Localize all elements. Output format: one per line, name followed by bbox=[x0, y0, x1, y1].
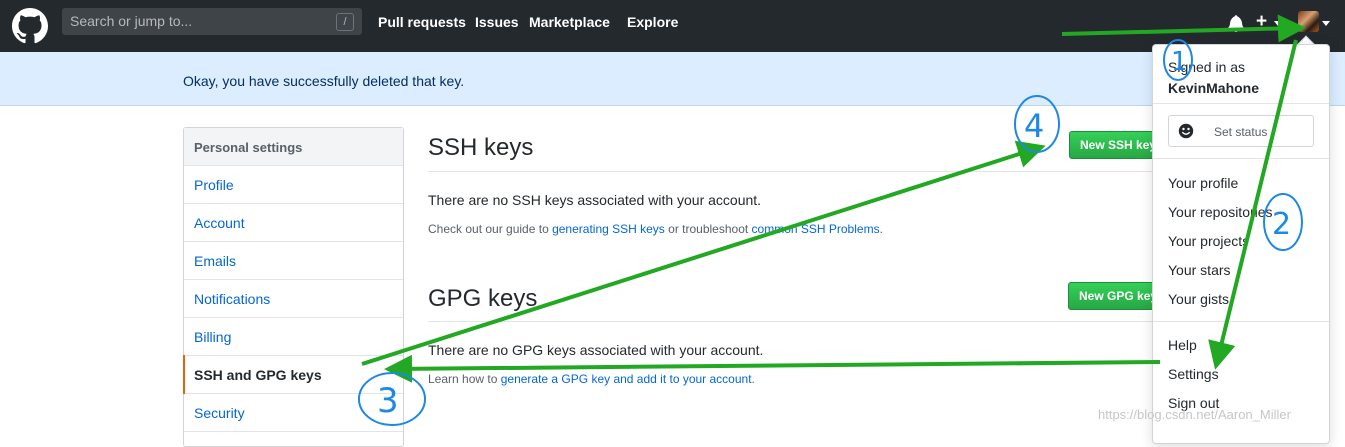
watermark: https://blog.csdn.net/Aaron_Miller bbox=[1098, 407, 1291, 422]
flash-message: Okay, you have successfully deleted that… bbox=[183, 73, 465, 89]
user-avatar[interactable] bbox=[1298, 11, 1319, 32]
sidebar-item-emails[interactable]: Emails bbox=[184, 242, 403, 280]
svg-text:4: 4 bbox=[1024, 107, 1044, 145]
arrow-to-ssh-keys bbox=[384, 354, 1161, 383]
signed-in-username[interactable]: KevinMahone bbox=[1168, 80, 1259, 96]
nav-explore[interactable]: Explore bbox=[627, 14, 678, 30]
sidebar-item-security[interactable]: Security bbox=[184, 394, 403, 432]
sidebar-item-profile[interactable]: Profile bbox=[184, 166, 403, 204]
avatar-chevron-down-icon[interactable] bbox=[1322, 21, 1330, 26]
new-ssh-key-button[interactable]: New SSH key bbox=[1069, 131, 1157, 159]
gpg-help-prefix: Learn how to bbox=[428, 372, 501, 386]
nav-pull-requests[interactable]: Pull requests bbox=[378, 14, 466, 30]
ssh-empty-message: There are no SSH keys associated with yo… bbox=[428, 192, 762, 208]
common-ssh-problems-link[interactable]: common SSH Problems bbox=[752, 222, 880, 236]
gpg-help-text: Learn how to generate a GPG key and add … bbox=[428, 372, 755, 386]
dropdown-divider bbox=[1153, 158, 1329, 159]
notifications-bell-icon[interactable] bbox=[1228, 14, 1244, 32]
menu-your-projects[interactable]: Your projects bbox=[1168, 233, 1246, 249]
search-shortcut-badge: / bbox=[336, 13, 354, 31]
ssh-keys-heading: SSH keys bbox=[428, 134, 534, 161]
sidebar-item-ssh-gpg-keys[interactable]: SSH and GPG keys bbox=[183, 355, 403, 394]
menu-your-stars[interactable]: Your stars bbox=[1168, 262, 1231, 278]
sidebar-heading: Personal settings bbox=[184, 128, 403, 166]
menu-help[interactable]: Help bbox=[1168, 337, 1197, 353]
smiley-icon bbox=[1178, 123, 1194, 139]
gpg-help-suffix: . bbox=[751, 372, 755, 386]
menu-your-profile[interactable]: Your profile bbox=[1168, 175, 1238, 191]
search-input[interactable]: Search or jump to... / bbox=[62, 8, 362, 35]
ssh-help-prefix: Check out our guide to bbox=[428, 222, 553, 236]
gpg-keys-heading: GPG keys bbox=[428, 285, 538, 312]
dropdown-divider bbox=[1153, 103, 1329, 104]
ssh-help-text: Check out our guide to generating SSH ke… bbox=[428, 222, 883, 236]
set-status-button[interactable]: Set status bbox=[1168, 115, 1314, 147]
settings-sidebar: Personal settings Profile Account Emails… bbox=[183, 127, 404, 447]
nav-issues[interactable]: Issues bbox=[475, 14, 519, 30]
ssh-help-mid: or troubleshoot bbox=[664, 222, 752, 236]
flash-notice: Okay, you have successfully deleted that… bbox=[0, 52, 1345, 106]
menu-your-repositories[interactable]: Your repositories bbox=[1168, 204, 1276, 220]
generate-gpg-key-link[interactable]: generate a GPG key and add it to your ac… bbox=[501, 372, 752, 386]
sidebar-item-notifications[interactable]: Notifications bbox=[184, 280, 403, 318]
dropdown-divider bbox=[1153, 321, 1329, 322]
generating-ssh-keys-link[interactable]: generating SSH keys bbox=[552, 222, 665, 236]
gpg-divider bbox=[428, 321, 1152, 322]
create-new-plus-icon[interactable]: + bbox=[1256, 12, 1267, 32]
ssh-divider bbox=[428, 171, 1152, 172]
top-navbar: Search or jump to... / Pull requests Iss… bbox=[0, 0, 1345, 52]
ssh-help-suffix: . bbox=[879, 222, 883, 236]
github-logo-icon[interactable] bbox=[12, 8, 48, 44]
set-status-label: Set status bbox=[1214, 125, 1268, 139]
search-placeholder: Search or jump to... bbox=[70, 13, 193, 29]
menu-your-gists[interactable]: Your gists bbox=[1168, 291, 1229, 307]
signed-in-label: Signed in as bbox=[1168, 59, 1246, 75]
nav-marketplace[interactable]: Marketplace bbox=[529, 14, 610, 30]
user-dropdown-menu: Signed in as KevinMahone Set status Your… bbox=[1152, 44, 1330, 444]
sidebar-item-billing[interactable]: Billing bbox=[184, 318, 403, 356]
chevron-down-icon[interactable] bbox=[1274, 21, 1282, 26]
arrow-to-new-ssh-key bbox=[361, 140, 1046, 366]
sidebar-item-account[interactable]: Account bbox=[184, 204, 403, 242]
new-gpg-key-button[interactable]: New GPG key bbox=[1068, 282, 1157, 310]
gpg-empty-message: There are no GPG keys associated with yo… bbox=[428, 342, 764, 358]
menu-settings[interactable]: Settings bbox=[1168, 366, 1219, 382]
